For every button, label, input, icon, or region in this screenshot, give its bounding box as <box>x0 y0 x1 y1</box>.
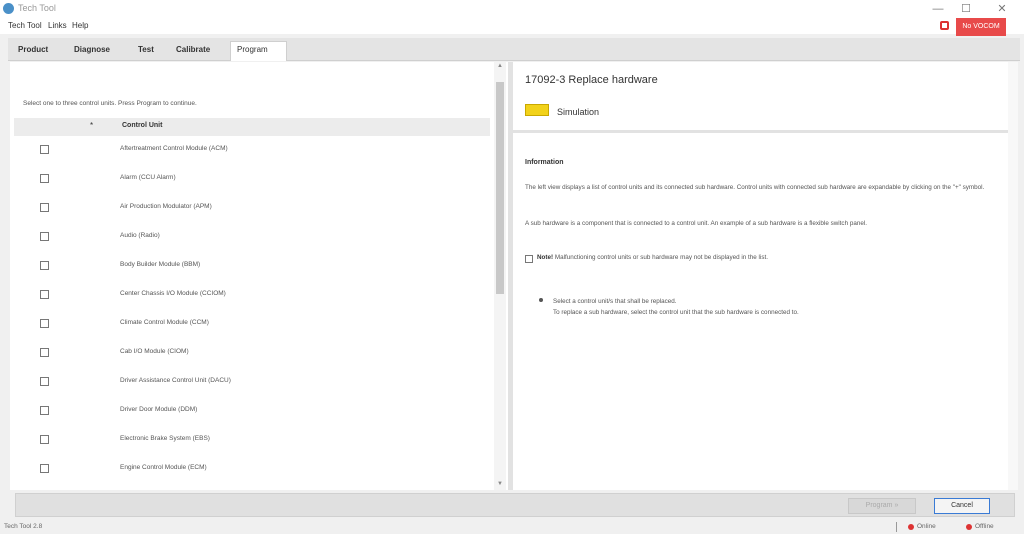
row-label: Engine Control Module (ECM) <box>120 464 207 471</box>
status-text: Tech Tool 2.8 <box>4 523 43 530</box>
bullet-line-2: To replace a sub hardware, select the co… <box>553 309 799 316</box>
row-checkbox[interactable] <box>40 406 49 415</box>
menu-bar: Tech Tool Links Help <box>0 18 1024 34</box>
list-item[interactable]: Engine Control Module (ECM) <box>14 455 490 484</box>
row-checkbox[interactable] <box>40 348 49 357</box>
note-text: Note! Malfunctioning control units or su… <box>537 254 768 261</box>
row-checkbox[interactable] <box>40 232 49 241</box>
tab-product[interactable]: Product <box>12 42 54 60</box>
tab-bar: Product Diagnose Test Calibrate Program <box>8 38 1020 61</box>
row-label: Center Chassis I/O Module (CCIOM) <box>120 290 226 297</box>
header-control-unit[interactable]: Control Unit <box>122 122 162 129</box>
simulation-indicator <box>525 104 549 116</box>
row-checkbox[interactable] <box>40 377 49 386</box>
list-scrollbar[interactable]: ▲ ▼ <box>494 62 506 490</box>
app-logo-icon <box>3 3 14 14</box>
list-item[interactable]: Cab I/O Module (CIOM) <box>14 339 490 368</box>
menu-tech-tool[interactable]: Tech Tool <box>8 21 42 30</box>
list-item[interactable]: Air Production Modulator (APM) <box>14 194 490 223</box>
row-label: Audio (Radio) <box>120 232 160 239</box>
list-item[interactable]: Center Chassis I/O Module (CCIOM) <box>14 281 490 310</box>
list-item[interactable]: Climate Control Module (CCM) <box>14 310 490 339</box>
scroll-down-icon[interactable]: ▼ <box>494 481 506 487</box>
information-paragraph: The left view displays a list of control… <box>525 184 985 191</box>
info-scrollbar[interactable] <box>1008 62 1018 490</box>
simulation-label: Simulation <box>557 107 600 117</box>
action-bar: Program » Cancel <box>15 493 1015 517</box>
instruction-text: Select one to three control units. Press… <box>23 100 197 107</box>
list-item[interactable]: Electronic Brake System (EBS) <box>14 426 490 455</box>
cancel-button[interactable]: Cancel <box>934 498 990 514</box>
tab-test[interactable]: Test <box>132 42 160 60</box>
status-divider <box>896 522 897 532</box>
row-label: Air Production Modulator (APM) <box>120 203 212 210</box>
status-dot-icon <box>966 524 972 530</box>
scroll-up-icon[interactable]: ▲ <box>494 63 506 69</box>
header-star[interactable]: * <box>90 121 93 130</box>
maximize-button[interactable]: ☐ <box>956 1 976 17</box>
note-icon <box>525 255 533 263</box>
row-checkbox[interactable] <box>40 174 49 183</box>
information-panel: 17092-3 Replace hardware Simulation Info… <box>513 62 1008 490</box>
control-unit-panel: Select one to three control units. Press… <box>10 62 508 490</box>
scrollbar-thumb[interactable] <box>496 82 504 294</box>
row-checkbox[interactable] <box>40 290 49 299</box>
menu-help[interactable]: Help <box>72 21 88 30</box>
sub-hardware-paragraph: A sub hardware is a component that is co… <box>525 220 867 227</box>
close-button[interactable]: ✕ <box>992 1 1012 17</box>
note-label: Note! <box>537 254 554 261</box>
note-body: Malfunctioning control units or sub hard… <box>554 254 769 261</box>
status-bar: Tech Tool 2.8 Online Offline <box>0 520 1024 534</box>
window-title: Tech Tool <box>18 3 56 13</box>
row-checkbox[interactable] <box>40 464 49 473</box>
tab-calibrate[interactable]: Calibrate <box>170 42 216 60</box>
list-item[interactable]: Alarm (CCU Alarm) <box>14 165 490 194</box>
list-item[interactable]: Body Builder Module (BBM) <box>14 252 490 281</box>
row-checkbox[interactable] <box>40 203 49 212</box>
program-button[interactable]: Program » <box>848 498 916 514</box>
connection-status-badge[interactable]: No VOCOM <box>956 18 1006 36</box>
row-checkbox[interactable] <box>40 435 49 444</box>
bullet-text: Select a control unit/s that shall be re… <box>553 296 799 318</box>
information-heading: Information <box>525 159 564 166</box>
list-item[interactable]: Aftertreatment Control Module (ACM) <box>14 136 490 165</box>
procedure-title: 17092-3 Replace hardware <box>525 74 658 86</box>
title-bar: Tech Tool — ☐ ✕ <box>0 0 1024 18</box>
status-dot-icon <box>908 524 914 530</box>
row-label: Climate Control Module (CCM) <box>120 319 209 326</box>
row-label: Driver Assistance Control Unit (DACU) <box>120 377 231 384</box>
status-item-1[interactable]: Online <box>917 523 936 530</box>
row-label: Cab I/O Module (CIOM) <box>120 348 189 355</box>
row-checkbox[interactable] <box>40 319 49 328</box>
row-label: Aftertreatment Control Module (ACM) <box>120 145 228 152</box>
row-label: Alarm (CCU Alarm) <box>120 174 176 181</box>
status-item-2[interactable]: Offline <box>975 523 994 530</box>
bullet-icon <box>539 298 543 302</box>
tab-program[interactable]: Program <box>230 41 287 61</box>
bullet-line-1: Select a control unit/s that shall be re… <box>553 298 677 305</box>
tab-diagnose[interactable]: Diagnose <box>68 42 116 60</box>
list-item[interactable]: Driver Assistance Control Unit (DACU) <box>14 368 490 397</box>
row-label: Driver Door Module (DDM) <box>120 406 198 413</box>
list-item[interactable]: Audio (Radio) <box>14 223 490 252</box>
row-label: Body Builder Module (BBM) <box>120 261 201 268</box>
list-header: * Control Unit <box>14 118 490 136</box>
row-label: Electronic Brake System (EBS) <box>120 435 210 442</box>
list-item[interactable]: Driver Door Module (DDM) <box>14 397 490 426</box>
menu-links[interactable]: Links <box>48 21 67 30</box>
row-checkbox[interactable] <box>40 145 49 154</box>
minimize-button[interactable]: — <box>928 1 948 17</box>
connection-warning-icon[interactable] <box>940 21 949 30</box>
section-divider <box>513 130 1008 133</box>
row-checkbox[interactable] <box>40 261 49 270</box>
